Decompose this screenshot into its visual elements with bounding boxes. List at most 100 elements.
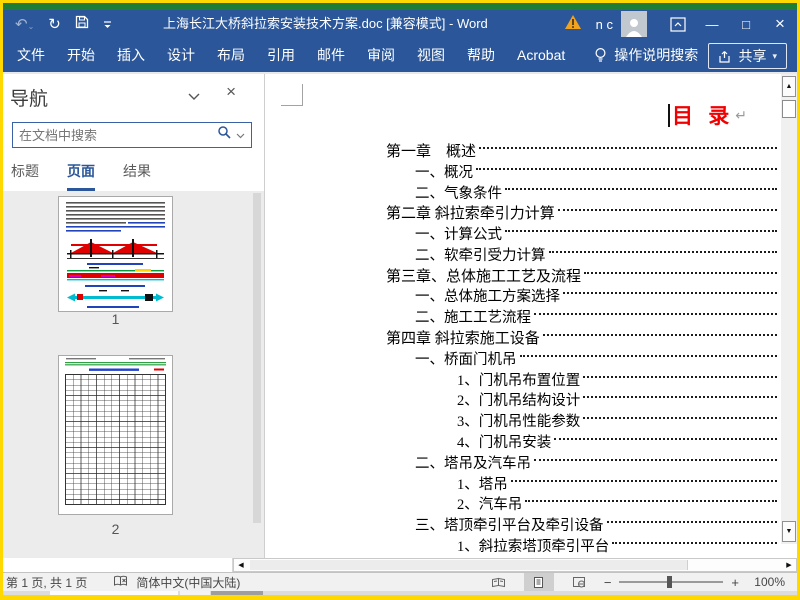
undo-icon[interactable]: ↶⌄ xyxy=(15,15,34,33)
horizontal-scrollbar[interactable]: ◀ ▶ xyxy=(233,558,797,572)
dot-leader xyxy=(583,396,777,399)
toc-entry[interactable]: 一、概况 xyxy=(265,161,779,182)
nav-tab-页面[interactable]: 页面 xyxy=(67,161,95,191)
warning-icon[interactable] xyxy=(564,14,582,35)
tell-me-box[interactable]: 操作说明搜索 xyxy=(594,45,698,65)
dot-leader xyxy=(583,417,777,420)
ribbon-tab-插入[interactable]: 插入 xyxy=(106,38,156,72)
nav-scrollbar-thumb[interactable] xyxy=(253,193,261,523)
screenshot-root: ↶⌄ ↻ 上海长江大桥斜拉索安装技术方案.doc [兼容模式] - Word n… xyxy=(0,0,800,600)
page1-number: 1 xyxy=(111,311,120,327)
toc-entry[interactable]: 2、汽车吊 xyxy=(265,494,779,515)
nav-scrollbar[interactable] xyxy=(252,191,262,558)
zoom-slider[interactable] xyxy=(619,576,724,588)
page-thumbnail-list: 1 2 xyxy=(3,191,264,558)
toc-entry-text: 一、总体施工方案选择 xyxy=(415,289,560,306)
read-mode-button[interactable] xyxy=(484,573,514,591)
save-icon[interactable] xyxy=(75,15,89,33)
toc-entry[interactable]: 1、斜拉索塔顶牵引平台 xyxy=(265,535,779,556)
nav-tab-结果[interactable]: 结果 xyxy=(123,161,151,191)
share-label: 共享 xyxy=(738,48,767,64)
maximize-button[interactable]: □ xyxy=(729,10,763,38)
close-button[interactable]: × xyxy=(763,10,797,38)
toc-entry[interactable]: 第二章 斜拉索牵引力计算 xyxy=(265,202,779,223)
toc-entry[interactable]: 第四章 斜拉索施工设备 xyxy=(265,327,779,348)
ribbon-tab-帮助[interactable]: 帮助 xyxy=(456,38,506,72)
redo-icon[interactable]: ↻ xyxy=(48,15,61,33)
proofing-icon[interactable] xyxy=(113,575,128,590)
toc-entry[interactable]: 4、门机吊安装 xyxy=(265,431,779,452)
page2-thumbnail-header xyxy=(65,358,166,371)
scroll-right-button[interactable]: ▶ xyxy=(782,559,796,571)
ribbon-display-options-icon[interactable] xyxy=(661,10,695,38)
nav-pane-close-icon[interactable]: × xyxy=(226,82,236,102)
toc-entry-text: 第四章 斜拉索施工设备 xyxy=(386,331,540,348)
dot-leader xyxy=(534,313,777,316)
vertical-scrollbar[interactable]: ▲ ▼ xyxy=(781,74,797,544)
page-indicator[interactable]: 第 1 页, 共 1 页 xyxy=(6,574,87,591)
zoom-in-button[interactable]: + xyxy=(731,575,739,590)
ribbon-tab-开始[interactable]: 开始 xyxy=(56,38,106,72)
toc-entry[interactable]: 一、桥面门机吊 xyxy=(265,348,779,369)
ribbon-tab-邮件[interactable]: 邮件 xyxy=(306,38,356,72)
search-input[interactable] xyxy=(13,127,217,143)
nav-tab-标题[interactable]: 标题 xyxy=(11,161,39,191)
toc-entry[interactable]: 2、门机吊结构设计 xyxy=(265,390,779,411)
scroll-up-button[interactable]: ▲ xyxy=(782,76,796,97)
avatar[interactable] xyxy=(621,11,647,37)
horizontal-scrollbar-track[interactable] xyxy=(248,559,782,571)
share-button[interactable]: 共享 ▾ xyxy=(708,43,787,69)
toc-entry[interactable]: 二、塔吊及汽车吊 xyxy=(265,452,779,473)
toc-entry[interactable]: 1、塔吊 xyxy=(265,473,779,494)
page1-thumbnail-image xyxy=(66,202,165,308)
minimize-button[interactable]: — xyxy=(695,10,729,38)
document-page[interactable]: 目 录 ↵ 第一章 概述 一、概况 二、气象条件 第二章 斜拉索牵引力计算 一、计算公式… xyxy=(265,74,797,558)
ribbon-tab-审阅[interactable]: 审阅 xyxy=(356,38,406,72)
toc-entry[interactable]: 3、门机吊性能参数 xyxy=(265,410,779,431)
toc-entry[interactable]: 三、塔顶牵引平台及牵引设备 xyxy=(265,514,779,535)
toc-entry[interactable]: 1、门机吊布置位置 xyxy=(265,369,779,390)
scroll-down-button[interactable]: ▼ xyxy=(782,521,796,542)
toc-entry[interactable]: 第三章、总体施工工艺及流程 xyxy=(265,265,779,286)
toc-entry-text: 1、塔吊 xyxy=(457,476,508,493)
customize-qat-icon[interactable] xyxy=(103,16,112,33)
toc-entry[interactable]: 一、计算公式 xyxy=(265,223,779,244)
scroll-left-button[interactable]: ◀ xyxy=(234,559,248,571)
nav-tab-list: 标题 页面 结果 xyxy=(11,161,264,191)
zoom-level[interactable]: 100% xyxy=(749,575,785,589)
document-heading-row: 目 录 ↵ xyxy=(668,102,747,128)
toc-entry[interactable]: 二、软牵引受力计算 xyxy=(265,244,779,265)
status-bar: 第 1 页, 共 1 页 简体中文(中国大陆) − + 100% xyxy=(3,572,797,591)
nav-search-box xyxy=(12,122,252,148)
zoom-out-button[interactable]: − xyxy=(604,575,612,590)
toc-entry-text: 二、软牵引受力计算 xyxy=(415,247,546,264)
ribbon-tab-设计[interactable]: 设计 xyxy=(156,38,206,72)
toc-entry[interactable]: 第一章 概述 xyxy=(265,140,779,161)
tell-me-label: 操作说明搜索 xyxy=(614,47,699,63)
print-layout-button[interactable] xyxy=(523,573,554,591)
account-name[interactable]: n c xyxy=(596,17,613,32)
page2-number: 2 xyxy=(111,521,120,537)
ribbon-tab-视图[interactable]: 视图 xyxy=(406,38,456,72)
paragraph-mark: ↵ xyxy=(735,106,747,123)
ribbon-tab-布局[interactable]: 布局 xyxy=(206,38,256,72)
toc-entry[interactable]: 二、气象条件 xyxy=(265,182,779,203)
toc-entry-text: 2、门机吊结构设计 xyxy=(457,393,581,410)
toc-entry-text: 第三章、总体施工工艺及流程 xyxy=(386,268,582,285)
search-dropdown-icon[interactable] xyxy=(236,126,245,144)
search-icon[interactable] xyxy=(217,125,232,145)
nav-pane-options-icon[interactable] xyxy=(188,88,200,106)
zoom-slider-thumb[interactable] xyxy=(667,576,673,588)
page1-thumbnail[interactable] xyxy=(58,196,173,312)
vertical-scrollbar-thumb[interactable] xyxy=(782,100,796,118)
web-layout-button[interactable] xyxy=(564,573,594,591)
language-indicator[interactable]: 简体中文(中国大陆) xyxy=(136,574,240,591)
ribbon-tab-文件[interactable]: 文件 xyxy=(6,38,56,72)
toc-entry[interactable]: 二、施工工艺流程 xyxy=(265,306,779,327)
nav-pane-title: 导航 xyxy=(10,89,49,110)
ribbon-tab-Acrobat[interactable]: Acrobat xyxy=(506,38,576,72)
toc-entry[interactable]: 一、总体施工方案选择 xyxy=(265,286,779,307)
horizontal-scrollbar-thumb[interactable] xyxy=(250,560,688,570)
ribbon-tab-引用[interactable]: 引用 xyxy=(256,38,306,72)
page2-thumbnail[interactable] xyxy=(58,355,173,515)
